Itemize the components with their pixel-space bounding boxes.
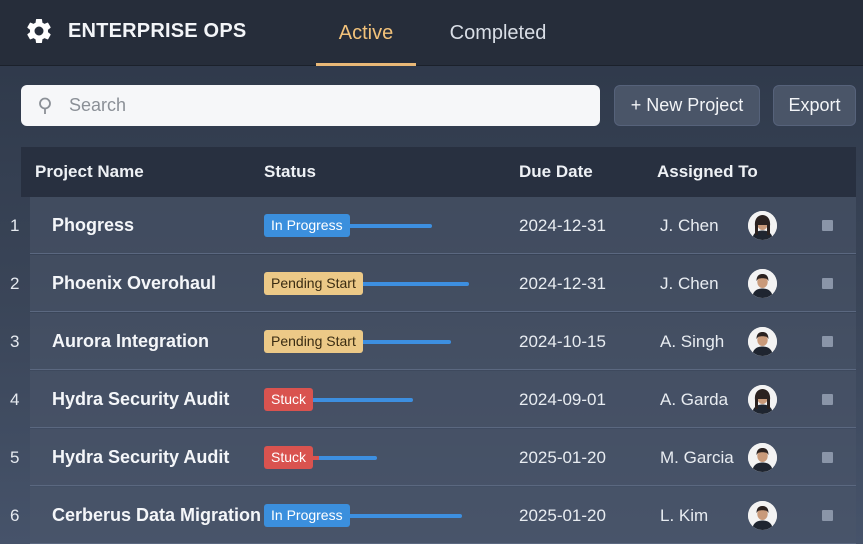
due-date: 2024-12-31: [519, 273, 606, 293]
row-checkbox[interactable]: [822, 278, 833, 289]
row-number: 3: [10, 331, 20, 351]
column-header-project-name[interactable]: Project Name: [35, 147, 144, 197]
avatar: [748, 443, 777, 472]
status-badge: Stuck: [264, 388, 314, 411]
project-name[interactable]: Phoenix Overohaul: [52, 255, 216, 312]
assignee-name: A. Garda: [660, 389, 729, 409]
progress-bar: [311, 397, 414, 402]
status-badge: Pending Start: [264, 330, 363, 353]
due-date: 2024-10-15: [519, 331, 606, 351]
top-bar: ENTERPRISE OPS Active Completed: [0, 0, 863, 66]
status-cell: In Progress: [264, 487, 462, 544]
person-icon: [748, 327, 777, 356]
new-project-button[interactable]: + New Project: [614, 85, 760, 126]
status-cell: Stuck: [264, 429, 378, 486]
project-name[interactable]: Aurora Integration: [52, 313, 209, 370]
table-row[interactable]: 1 Phogress In Progress 2024-12-31 J. Che…: [0, 197, 863, 254]
app-title: ENTERPRISE OPS: [68, 19, 247, 42]
row-checkbox[interactable]: [822, 510, 833, 521]
row-number: 1: [10, 215, 20, 235]
status-badge: Stuck: [264, 446, 314, 469]
assignee-name: J. Chen: [660, 215, 719, 235]
progress-bar: [347, 223, 432, 228]
row-number: 4: [10, 389, 20, 409]
assignee-name: M. Garcia: [660, 447, 734, 467]
search-box[interactable]: [21, 85, 600, 126]
table-row[interactable]: 3 Aurora Integration Pending Start 2024-…: [0, 313, 863, 370]
row-checkbox[interactable]: [822, 394, 833, 405]
status-badge: In Progress: [264, 214, 350, 237]
row-number: 6: [10, 505, 20, 525]
status-badge: In Progress: [264, 504, 350, 527]
status-cell: Stuck: [264, 371, 414, 428]
person-icon: [748, 501, 777, 530]
person-icon: [748, 443, 777, 472]
row-number: 5: [10, 447, 20, 467]
progress-bar: [347, 513, 462, 518]
search-input[interactable]: [69, 95, 569, 116]
person-icon: [748, 211, 777, 240]
row-checkbox[interactable]: [822, 452, 833, 463]
progress-bar: [360, 281, 469, 286]
project-name[interactable]: Phogress: [52, 197, 134, 254]
due-date: 2025-01-20: [519, 447, 606, 467]
due-date: 2025-01-20: [519, 505, 606, 525]
avatar: [748, 327, 777, 356]
person-icon: [748, 269, 777, 298]
export-button[interactable]: Export: [773, 85, 856, 126]
avatar: [748, 211, 777, 240]
avatar: [748, 385, 777, 414]
row-checkbox[interactable]: [822, 220, 833, 231]
table-row[interactable]: 4 Hydra Security Audit Stuck 2024-09-01 …: [0, 371, 863, 428]
avatar: [748, 501, 777, 530]
table-header: Project Name Status Due Date Assigned To: [21, 147, 856, 197]
column-header-due-date[interactable]: Due Date: [519, 147, 593, 197]
row-background: [30, 197, 856, 254]
tab-active[interactable]: Active: [316, 0, 416, 66]
project-name[interactable]: Cerberus Data Migration: [52, 487, 261, 544]
due-date: 2024-12-31: [519, 215, 606, 235]
assignee-name: J. Chen: [660, 273, 719, 293]
tab-completed[interactable]: Completed: [440, 0, 556, 66]
table-row[interactable]: 5 Hydra Security Audit Stuck 2025-01-20 …: [0, 429, 863, 486]
brand: ENTERPRISE OPS: [24, 16, 246, 46]
column-header-assigned-to[interactable]: Assigned To: [657, 147, 758, 197]
assignee-name: A. Singh: [660, 331, 725, 351]
assignee-name: L. Kim: [660, 505, 709, 525]
status-badge: Pending Start: [264, 272, 363, 295]
search-pin-icon: [39, 97, 51, 114]
progress-bar: [311, 455, 378, 460]
project-name[interactable]: Hydra Security Audit: [52, 371, 229, 428]
row-checkbox[interactable]: [822, 336, 833, 347]
project-name[interactable]: Hydra Security Audit: [52, 429, 229, 486]
status-cell: Pending Start: [264, 255, 469, 312]
status-cell: In Progress: [264, 197, 432, 254]
progress-bar: [360, 339, 451, 344]
column-header-status[interactable]: Status: [264, 147, 316, 197]
status-cell: Pending Start: [264, 313, 451, 370]
table-row[interactable]: 2 Phoenix Overohaul Pending Start 2024-1…: [0, 255, 863, 312]
gear-icon[interactable]: [24, 16, 54, 46]
person-icon: [748, 385, 777, 414]
table-row[interactable]: 6 Cerberus Data Migration In Progress 20…: [0, 487, 863, 544]
due-date: 2024-09-01: [519, 389, 606, 409]
avatar: [748, 269, 777, 298]
row-number: 2: [10, 273, 20, 293]
